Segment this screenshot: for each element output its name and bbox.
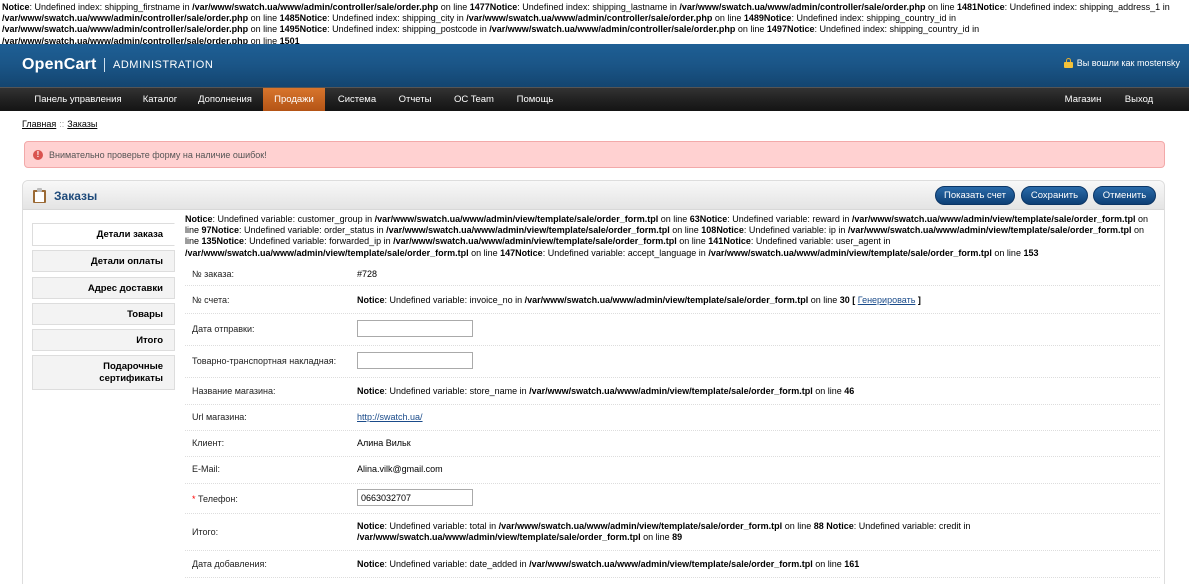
date-added-notice: Notice: Undefined variable: date_added i… <box>357 559 860 569</box>
email-label: E-Mail: <box>192 464 221 474</box>
store-url-label: Url магазина: <box>192 412 247 422</box>
generate-bracket-close: ] <box>917 295 921 305</box>
menu-item-reports[interactable]: Отчеты <box>393 88 437 111</box>
store-url-link[interactable]: http://swatch.ua/ <box>357 412 423 422</box>
orders-panel: Заказы Показать счет Сохранить Отменить … <box>22 180 1165 584</box>
menu-item-store[interactable]: Магазин <box>1059 88 1107 111</box>
store-name-row: Название магазина: Notice: Undefined var… <box>185 378 1160 405</box>
waybill-label: Товарно-транспортная накладная: <box>192 356 337 366</box>
email-row: E-Mail: Alina.vilk@gmail.com <box>185 457 1160 484</box>
login-info: Вы вошли как mostensky <box>1063 58 1180 68</box>
generate-invoice-link[interactable]: Генерировать <box>858 295 916 305</box>
logo-divider <box>104 58 105 72</box>
show-invoice-button[interactable]: Показать счет <box>935 186 1015 205</box>
total-notice: Notice: Undefined variable: total in /va… <box>357 521 971 542</box>
tab-shipping-address[interactable]: Адрес доставки <box>32 277 175 299</box>
invoice-notice: Notice: Undefined variable: invoice_no i… <box>357 295 850 305</box>
menu-item-sales[interactable]: Продажи <box>263 88 325 111</box>
phone-label: Телефон: <box>198 494 238 504</box>
warning-alert: ! Внимательно проверьте форму на наличие… <box>24 141 1165 168</box>
order-number-row: № заказа: #728 <box>185 262 1160 286</box>
logo: OpenCart <box>22 56 97 73</box>
date-added-label: Дата добавления: <box>192 559 267 569</box>
store-url-row: Url магазина: http://swatch.ua/ <box>185 405 1160 431</box>
clipboard-icon <box>33 188 46 203</box>
invoice-number-label: № счета: <box>192 295 230 305</box>
php-notice-content: Notice: Undefined variable: customer_gro… <box>185 214 1148 258</box>
ship-date-row: Дата отправки: <box>185 314 1160 346</box>
ship-date-label: Дата отправки: <box>192 324 255 334</box>
invoice-number-value: Notice: Undefined variable: invoice_no i… <box>357 295 1157 306</box>
invoice-number-row: № счета: Notice: Undefined variable: inv… <box>185 286 1160 314</box>
menu-item-extensions[interactable]: Дополнения <box>193 88 257 111</box>
customer-label: Клиент: <box>192 438 225 448</box>
waybill-row: Товарно-транспортная накладная: <box>185 346 1160 378</box>
tab-products[interactable]: Товары <box>32 303 175 325</box>
breadcrumb-home-link[interactable]: Главная <box>22 119 56 129</box>
header-bar: OpenCart ADMINISTRATION Вы вошли как mos… <box>0 44 1189 87</box>
menu-item-catalog[interactable]: Каталог <box>136 88 184 111</box>
panel-header: Заказы Показать счет Сохранить Отменить <box>23 181 1164 210</box>
menu-item-logout[interactable]: Выход <box>1118 88 1160 111</box>
logo-subtitle: ADMINISTRATION <box>113 59 214 71</box>
menu-item-system[interactable]: Система <box>333 88 381 111</box>
customer-row: Клиент: Алина Вильк <box>185 431 1160 457</box>
menu-item-dashboard[interactable]: Панель управления <box>27 88 129 111</box>
total-row: Итого: Notice: Undefined variable: total… <box>185 514 1160 551</box>
total-label: Итого: <box>192 527 219 537</box>
store-name-notice: Notice: Undefined variable: store_name i… <box>357 386 855 396</box>
waybill-input[interactable] <box>357 352 473 369</box>
main-menu: Панель управления Каталог Дополнения Про… <box>0 87 1189 111</box>
save-button[interactable]: Сохранить <box>1021 186 1088 205</box>
tab-gift-certificates[interactable]: Подарочные сертификаты <box>32 355 175 390</box>
date-added-row: Дата добавления: Notice: Undefined varia… <box>185 551 1160 578</box>
php-notice-top: Notice: Undefined index: shipping_firstn… <box>2 2 1170 46</box>
phone-row: * Телефон: <box>185 484 1160 514</box>
menu-item-oc-team[interactable]: OC Team <box>448 88 500 111</box>
generate-bracket-open: [ <box>852 295 856 305</box>
menu-item-help[interactable]: Помощь <box>511 88 559 111</box>
warning-icon: ! <box>33 150 43 160</box>
page-title: Заказы <box>54 189 98 203</box>
login-text: Вы вошли как mostensky <box>1076 58 1180 68</box>
warning-text: Внимательно проверьте форму на наличие о… <box>49 150 267 160</box>
breadcrumb: Главная:: Заказы <box>22 119 97 129</box>
cancel-button[interactable]: Отменить <box>1093 186 1156 205</box>
store-name-label: Название магазина: <box>192 386 276 396</box>
email-value: Alina.vilk@gmail.com <box>357 464 443 474</box>
order-number-label: № заказа: <box>192 269 234 279</box>
tab-order-details[interactable]: Детали заказа <box>32 223 175 246</box>
phone-input[interactable] <box>357 489 473 506</box>
breadcrumb-separator: :: <box>59 119 65 129</box>
tab-payment-details[interactable]: Детали оплаты <box>32 250 175 272</box>
breadcrumb-orders-link[interactable]: Заказы <box>67 119 97 129</box>
ship-date-input[interactable] <box>357 320 473 337</box>
lock-icon <box>1063 58 1073 68</box>
required-mark: * <box>192 494 196 504</box>
order-number-value: #728 <box>357 269 378 279</box>
customer-value: Алина Вильк <box>357 438 411 448</box>
tab-totals[interactable]: Итого <box>32 329 175 351</box>
